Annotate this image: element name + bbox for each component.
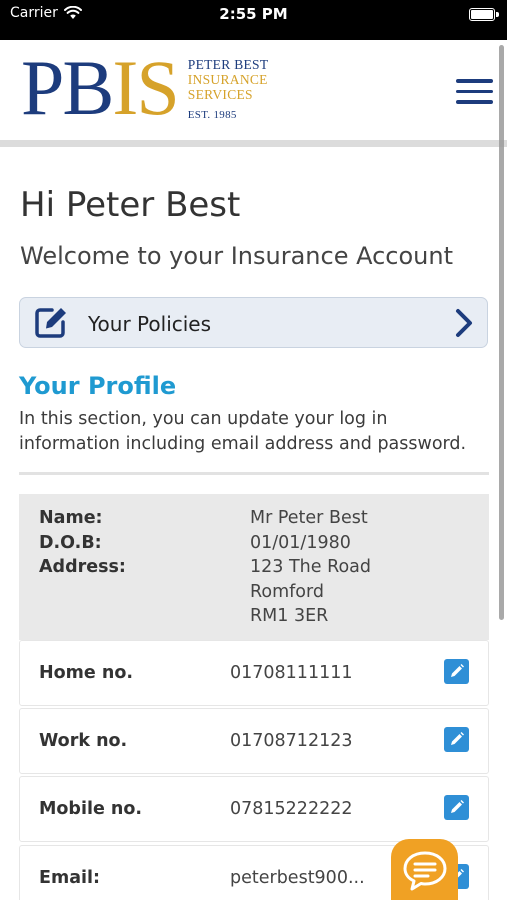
hamburger-menu-icon[interactable] <box>456 79 493 106</box>
vertical-scrollbar[interactable] <box>499 45 504 620</box>
mobile-number-label: Mobile no. <box>39 799 143 819</box>
your-policies-button[interactable]: Your Policies <box>19 297 488 348</box>
logo-wordmark: PETER BEST INSURANCE SERVICES EST. 1985 <box>188 57 269 123</box>
status-bar: Carrier 2:55 PM <box>0 0 507 40</box>
welcome-subtitle: Welcome to your Insurance Account <box>20 242 454 270</box>
home-number-label: Home no. <box>39 663 133 683</box>
your-policies-label: Your Policies <box>88 312 212 336</box>
logo-letters: PBIS <box>21 44 180 131</box>
pbis-logo[interactable]: PBIS PETER BEST INSURANCE SERVICES EST. … <box>21 44 269 131</box>
email-label: Email: <box>39 868 100 888</box>
profile-divider <box>19 472 489 475</box>
logo-line-3: SERVICES <box>187 87 253 102</box>
greeting-heading: Hi Peter Best <box>20 185 241 225</box>
app-header: PBIS PETER BEST INSURANCE SERVICES EST. … <box>0 40 507 140</box>
name-label: Name: <box>39 508 103 528</box>
address-line: 123 The Road <box>250 557 371 577</box>
home-number-value: 01708111111 <box>230 663 353 683</box>
pencil-icon <box>451 732 464 745</box>
edit-mobile-number-button[interactable] <box>444 795 469 820</box>
mobile-number-row: Mobile no. 07815222222 <box>19 776 489 842</box>
your-profile-heading: Your Profile <box>19 372 177 400</box>
address-value: 123 The Road Romford RM1 3ER <box>250 555 450 629</box>
work-number-label: Work no. <box>39 731 128 751</box>
status-time: 2:55 PM <box>219 5 288 23</box>
edit-work-number-button[interactable] <box>444 727 469 752</box>
logo-line-1: PETER BEST <box>187 57 269 72</box>
personal-info-card: Name: Mr Peter Best D.O.B: 01/01/1980 Ad… <box>19 494 489 640</box>
logo-line-2: INSURANCE <box>187 72 268 87</box>
chevron-right-icon <box>456 309 472 337</box>
chat-button[interactable] <box>391 839 458 900</box>
mobile-number-value: 07815222222 <box>230 799 353 819</box>
dob-label: D.O.B: <box>39 532 102 553</box>
pencil-icon <box>451 800 464 813</box>
email-value: peterbest900... <box>230 868 365 888</box>
address-label: Address: <box>39 557 126 577</box>
address-line: RM1 3ER <box>250 606 329 626</box>
battery-icon <box>469 8 499 21</box>
chat-bubble-icon <box>403 851 447 891</box>
edit-square-icon <box>35 308 66 338</box>
home-number-row: Home no. 01708111111 <box>19 640 489 706</box>
profile-description: In this section, you can update your log… <box>19 409 467 454</box>
name-value: Mr Peter Best <box>250 508 368 528</box>
address-line: Romford <box>250 581 324 602</box>
work-number-value: 01708712123 <box>230 731 353 751</box>
edit-home-number-button[interactable] <box>444 659 469 684</box>
work-number-row: Work no. 01708712123 <box>19 708 489 774</box>
dob-value: 01/01/1980 <box>250 532 351 553</box>
header-divider <box>0 140 507 147</box>
pencil-icon <box>451 664 464 677</box>
logo-established: EST. 1985 <box>187 109 237 121</box>
